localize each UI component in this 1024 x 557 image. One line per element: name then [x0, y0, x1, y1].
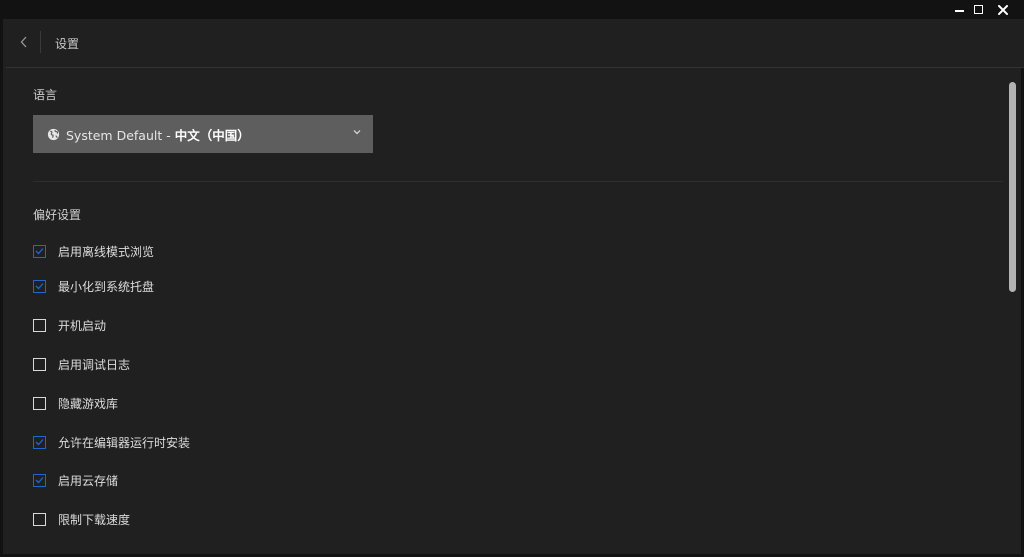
pref-minimize-to-tray[interactable]: 最小化到系统托盘 — [33, 276, 154, 296]
language-value-prefix: System Default - — [66, 127, 175, 143]
pref-debug-logging[interactable]: 启用调试日志 — [33, 354, 130, 374]
language-select-value: System Default - 中文（中国） — [66, 125, 250, 144]
checkmark-icon — [35, 477, 44, 484]
pref-cloud-saves[interactable]: 启用云存储 — [33, 470, 118, 490]
checkbox[interactable] — [33, 435, 46, 449]
preferences-section-title: 偏好设置 — [33, 208, 82, 222]
pref-label: 开机启动 — [58, 318, 107, 333]
pref-hide-library[interactable]: 隐藏游戏库 — [33, 393, 118, 413]
checkbox[interactable] — [33, 318, 46, 332]
chevron-down-icon — [353, 129, 361, 135]
checkbox[interactable] — [33, 244, 46, 258]
pref-label: 启用离线模式浏览 — [58, 244, 155, 259]
checkbox[interactable] — [33, 279, 46, 293]
pref-offline-mode[interactable]: 启用离线模式浏览 — [33, 241, 154, 261]
header-divider — [40, 31, 41, 53]
checkbox[interactable] — [33, 473, 46, 487]
checkbox[interactable] — [33, 357, 46, 371]
section-divider — [33, 181, 1003, 182]
checkbox[interactable] — [33, 396, 46, 410]
pref-label: 隐藏游戏库 — [58, 396, 119, 411]
close-button[interactable] — [991, 0, 1015, 19]
language-select[interactable]: System Default - 中文（中国） — [33, 115, 373, 153]
pref-label: 限制下载速度 — [58, 512, 131, 527]
language-value-main: 中文（中国） — [174, 127, 250, 143]
page-title: 设置 — [55, 37, 80, 51]
scrollbar-thumb[interactable] — [1009, 82, 1016, 292]
checkbox[interactable] — [33, 512, 46, 526]
maximize-icon — [973, 5, 983, 14]
pref-label: 启用云存储 — [58, 473, 119, 488]
language-section-title: 语言 — [33, 88, 58, 102]
pref-label: 最小化到系统托盘 — [58, 279, 155, 294]
close-icon — [998, 4, 1008, 15]
title-bar — [3, 0, 1024, 19]
pref-label: 启用调试日志 — [58, 357, 131, 372]
settings-content: 语言 System Default - 中文（中国） 偏好设置 启用离线模式浏览 — [6, 68, 1010, 554]
pref-install-while-editor-running[interactable]: 允许在编辑器运行时安装 — [33, 432, 190, 452]
checkmark-icon — [35, 248, 44, 255]
pref-throttle-downloads[interactable]: 限制下载速度 — [33, 509, 130, 529]
pref-label: 允许在编辑器运行时安装 — [58, 435, 191, 450]
page-header: 设置 — [6, 19, 1024, 68]
minimize-icon — [954, 9, 964, 12]
globe-icon — [47, 128, 60, 141]
back-button[interactable] — [14, 32, 34, 52]
app-window: 设置 语言 System Default - 中文（中国） 偏好设置 启用离线模… — [0, 0, 1024, 557]
checkmark-icon — [35, 439, 44, 446]
chevron-left-icon — [20, 36, 27, 48]
maximize-button[interactable] — [966, 0, 990, 19]
pref-run-on-startup[interactable]: 开机启动 — [33, 315, 106, 335]
checkmark-icon — [35, 283, 44, 290]
